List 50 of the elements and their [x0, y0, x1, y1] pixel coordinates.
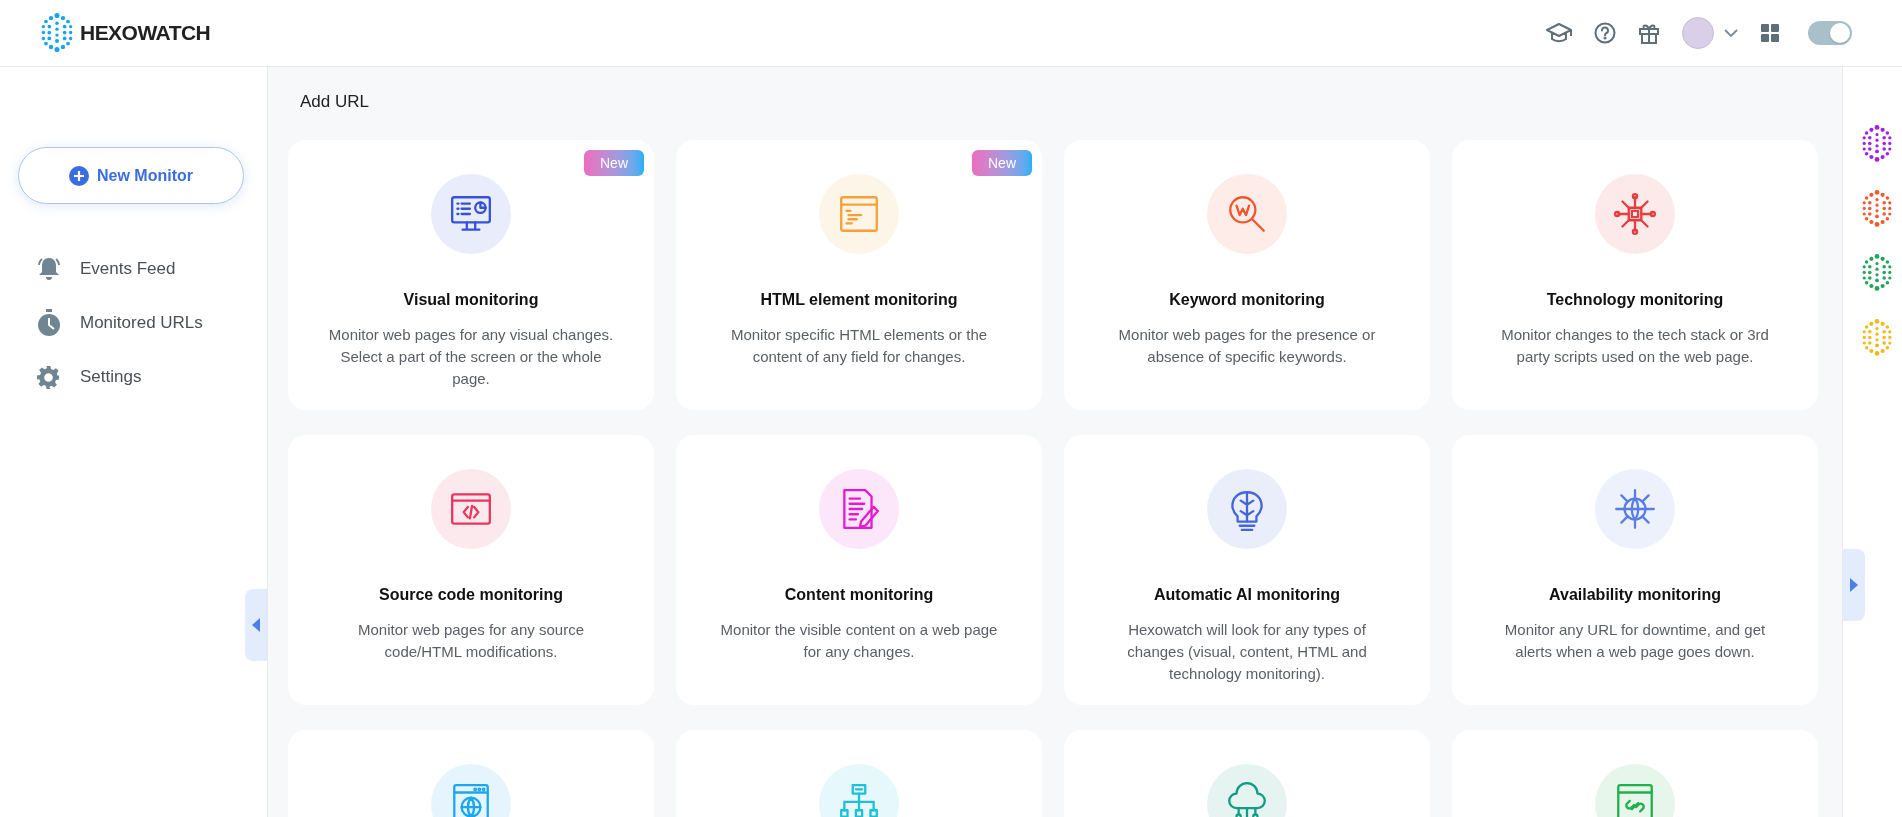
- expand-panel-button[interactable]: [1843, 549, 1865, 621]
- plus-circle-icon: [69, 165, 89, 186]
- card-title: Technology monitoring: [1546, 290, 1724, 310]
- card-description: Monitor web pages for any source code/HTML modifications.: [357, 620, 585, 662]
- card-title: Automatic AI monitoring: [1153, 585, 1341, 605]
- monitor-type-card[interactable]: Automatic AI monitoring Hexowatch will look for any types of changes (visual, content, HTML and technology monitoring).: [1064, 435, 1430, 705]
- theme-toggle[interactable]: [1808, 21, 1852, 45]
- monitor-type-card[interactable]: Content monitoring Monitor the visible content on a web page for any changes.: [676, 435, 1042, 705]
- card-description: Monitor the visible content on a web page for any changes.: [719, 620, 999, 662]
- card-title: Keyword monitoring: [1169, 290, 1325, 310]
- card-description: Monitor web pages for any visual changes. Select a part of the screen or the whole page.: [327, 325, 615, 389]
- card-title: Availability monitoring: [1549, 585, 1721, 605]
- page-title: Add URL: [299, 91, 370, 113]
- monitor-type-card[interactable]: Availability monitoring Monitor any URL for downtime, and get alerts when a web page goes down.: [1452, 435, 1818, 705]
- card-title: Visual monitoring: [403, 290, 539, 310]
- monitor-type-card[interactable]: New Visual monitoring Monitor web pages for any visual changes. Select a part of the screen or the whole page.: [288, 140, 654, 410]
- caret-left-icon: [252, 618, 260, 632]
- card-title: HTML element monitoring: [760, 290, 958, 310]
- monitor-type-card[interactable]: New HTML element monitoring Monitor specific HTML elements or the content of any field for changes.: [676, 140, 1042, 410]
- sidebar-item[interactable]: Monitored URLs: [36, 308, 267, 338]
- app-logo-icon[interactable]: [1860, 254, 1893, 292]
- gift-icon[interactable]: [1638, 22, 1660, 44]
- sidebar-item[interactable]: Settings: [36, 362, 267, 392]
- bell-icon: [37, 256, 61, 282]
- card-description: Monitor specific HTML elements or the content of any field for changes.: [729, 325, 989, 367]
- monitor-type-card[interactable]: Technology monitoring Monitor changes to the tech stack or 3rd party scripts used on the web page.: [1452, 140, 1818, 410]
- monitor-type-card[interactable]: Source code monitoring Monitor web pages for any source code/HTML modifications.: [288, 435, 654, 705]
- card-title: Content monitoring: [784, 585, 934, 605]
- graduation-cap-icon[interactable]: [1546, 22, 1572, 44]
- card-description: Monitor changes to the tech stack or 3rd party scripts used on the web page.: [1500, 325, 1770, 367]
- new-badge: New: [972, 150, 1032, 176]
- app-logo-icon[interactable]: [1860, 125, 1893, 163]
- card-description: Monitor web pages for the presence or absence of specific keywords.: [1117, 325, 1377, 367]
- logo-text: HEXOWATCH: [80, 20, 211, 47]
- monitor-type-card[interactable]: Keyword monitoring Monitor web pages for the presence or absence of specific keywords.: [1064, 140, 1430, 410]
- card-description: Monitor any URL for downtime, and get alerts when a web page goes down.: [1503, 620, 1767, 662]
- collapse-sidebar-button[interactable]: [245, 589, 267, 661]
- settings-icon: [37, 365, 61, 389]
- help-icon[interactable]: [1594, 22, 1616, 44]
- sidebar-item[interactable]: Events Feed: [36, 254, 267, 284]
- stopwatch-icon: [37, 309, 61, 337]
- app-logo-icon[interactable]: [1860, 189, 1893, 228]
- apps-grid-icon[interactable]: [1760, 23, 1780, 43]
- logo-icon: [40, 13, 74, 53]
- card-title: Source code monitoring: [379, 585, 563, 605]
- card-description: Hexowatch will look for any types of changes (visual, content, HTML and technology monitoring).: [1126, 620, 1368, 684]
- new-badge: New: [584, 150, 644, 176]
- chevron-down-icon[interactable]: [1724, 28, 1738, 38]
- caret-right-icon: [1850, 578, 1858, 592]
- avatar[interactable]: [1682, 17, 1714, 49]
